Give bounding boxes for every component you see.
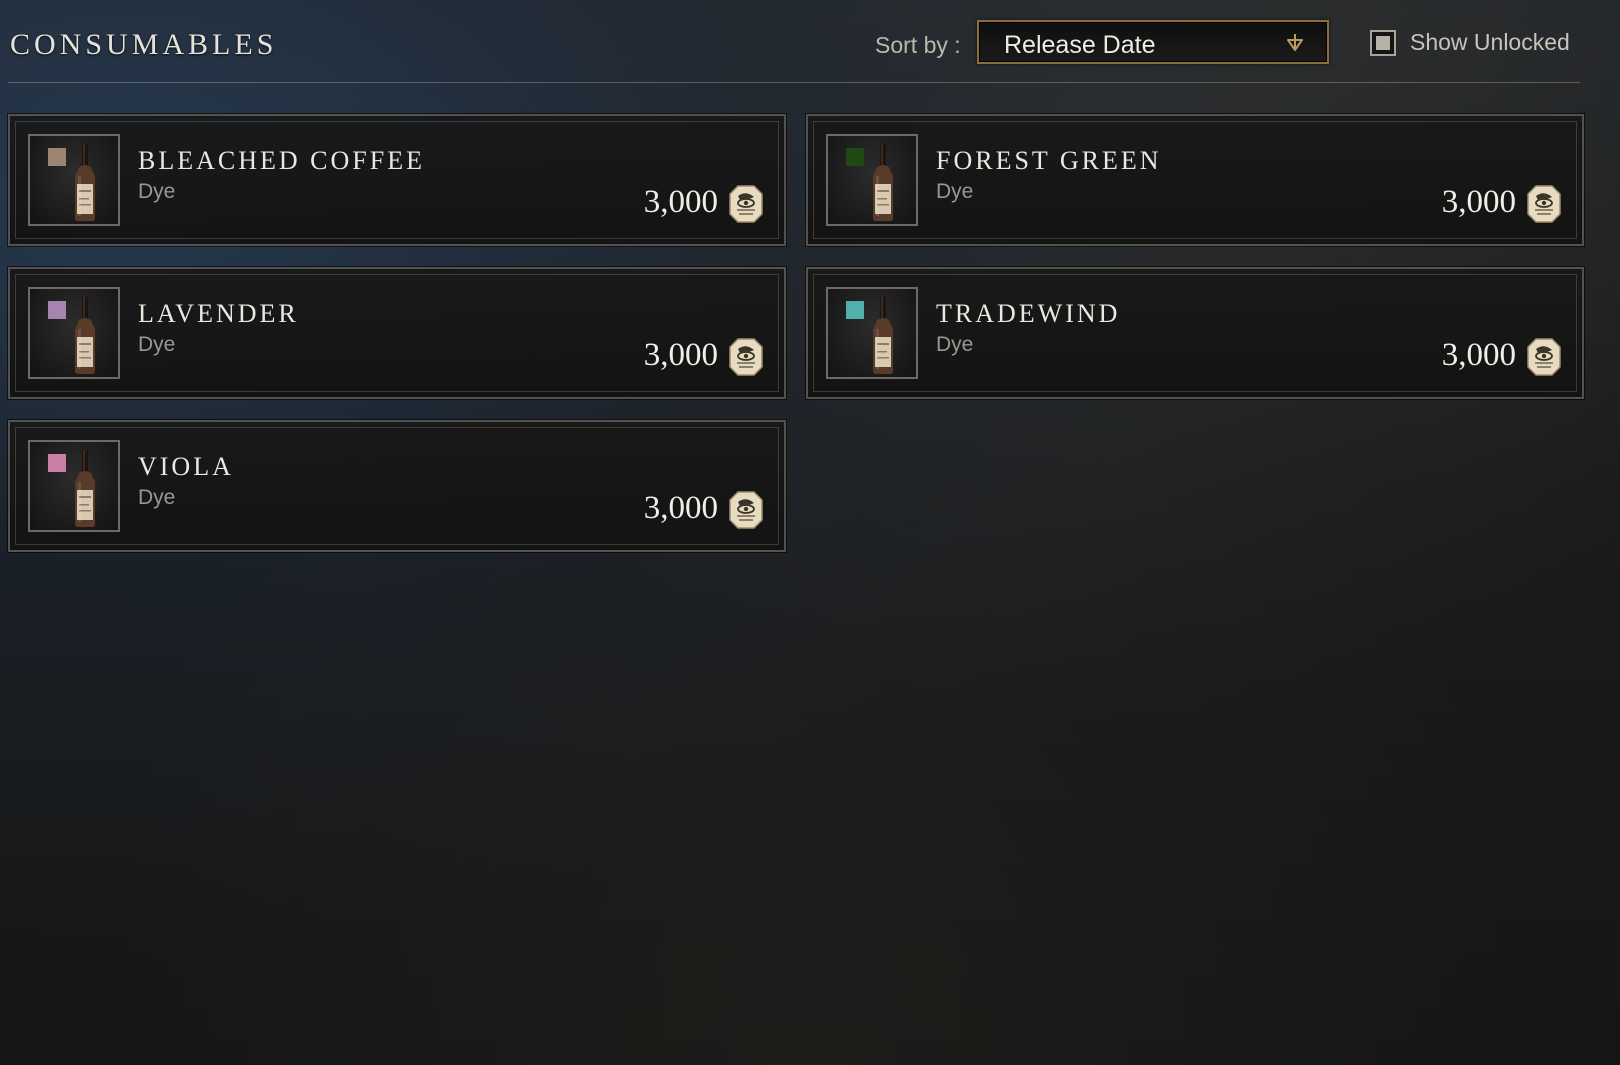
show-unlocked-label: Show Unlocked bbox=[1410, 29, 1570, 55]
checkbox-fill bbox=[1376, 36, 1390, 50]
item-name: FOREST GREEN bbox=[936, 146, 1162, 175]
color-swatch bbox=[846, 148, 864, 166]
item-type: Dye bbox=[936, 180, 974, 203]
page-title: CONSUMABLES bbox=[10, 28, 278, 61]
dye-bottle-icon bbox=[75, 450, 95, 527]
item-price: 3,000 bbox=[1441, 184, 1516, 220]
item-price: 3,000 bbox=[643, 337, 718, 373]
item-name: LAVENDER bbox=[138, 299, 299, 328]
show-unlocked-checkbox[interactable] bbox=[1370, 30, 1396, 56]
color-swatch bbox=[846, 301, 864, 319]
dye-bottle-icon bbox=[75, 297, 95, 374]
item-name: VIOLA bbox=[138, 452, 234, 481]
item-thumbnail bbox=[28, 440, 120, 532]
item-name: TRADEWIND bbox=[936, 299, 1121, 328]
item-card-lavender[interactable]: LAVENDER Dye 3,000 bbox=[8, 267, 786, 399]
color-swatch bbox=[48, 301, 66, 319]
dye-bottle-icon bbox=[873, 144, 893, 221]
show-unlocked-toggle[interactable]: Show Unlocked bbox=[1370, 28, 1590, 60]
sort-selected-value: Release Date bbox=[1004, 31, 1156, 59]
color-swatch bbox=[48, 148, 66, 166]
item-thumbnail bbox=[826, 287, 918, 379]
item-card-viola[interactable]: VIOLA Dye 3,000 bbox=[8, 420, 786, 552]
item-card-bleached-coffee[interactable]: BLEACHED COFFEE Dye 3,000 bbox=[8, 114, 786, 246]
item-card-tradewind[interactable]: TRADEWIND Dye 3,000 bbox=[806, 267, 1584, 399]
dye-bottle-icon bbox=[75, 144, 95, 221]
item-price: 3,000 bbox=[643, 490, 718, 526]
coin-icon bbox=[1527, 185, 1561, 223]
dye-bottle-icon bbox=[873, 297, 893, 374]
item-type: Dye bbox=[138, 180, 176, 203]
item-price: 3,000 bbox=[643, 184, 718, 220]
item-card-forest-green[interactable]: FOREST GREEN Dye 3,000 bbox=[806, 114, 1584, 246]
item-type: Dye bbox=[138, 333, 176, 356]
item-price: 3,000 bbox=[1441, 337, 1516, 373]
color-swatch bbox=[48, 454, 66, 472]
item-thumbnail bbox=[28, 134, 120, 226]
header-bar: CONSUMABLES Sort by : Release Date Show … bbox=[8, 0, 1580, 83]
item-thumbnail bbox=[826, 134, 918, 226]
item-thumbnail bbox=[28, 287, 120, 379]
item-type: Dye bbox=[138, 486, 176, 509]
sort-dropdown[interactable]: Release Date bbox=[977, 20, 1329, 64]
item-type: Dye bbox=[936, 333, 974, 356]
coin-icon bbox=[729, 491, 763, 529]
chevron-down-icon bbox=[1287, 34, 1303, 51]
coin-icon bbox=[729, 185, 763, 223]
coin-icon bbox=[729, 338, 763, 376]
sort-label: Sort by : bbox=[875, 32, 961, 58]
item-name: BLEACHED COFFEE bbox=[138, 146, 425, 175]
coin-icon bbox=[1527, 338, 1561, 376]
